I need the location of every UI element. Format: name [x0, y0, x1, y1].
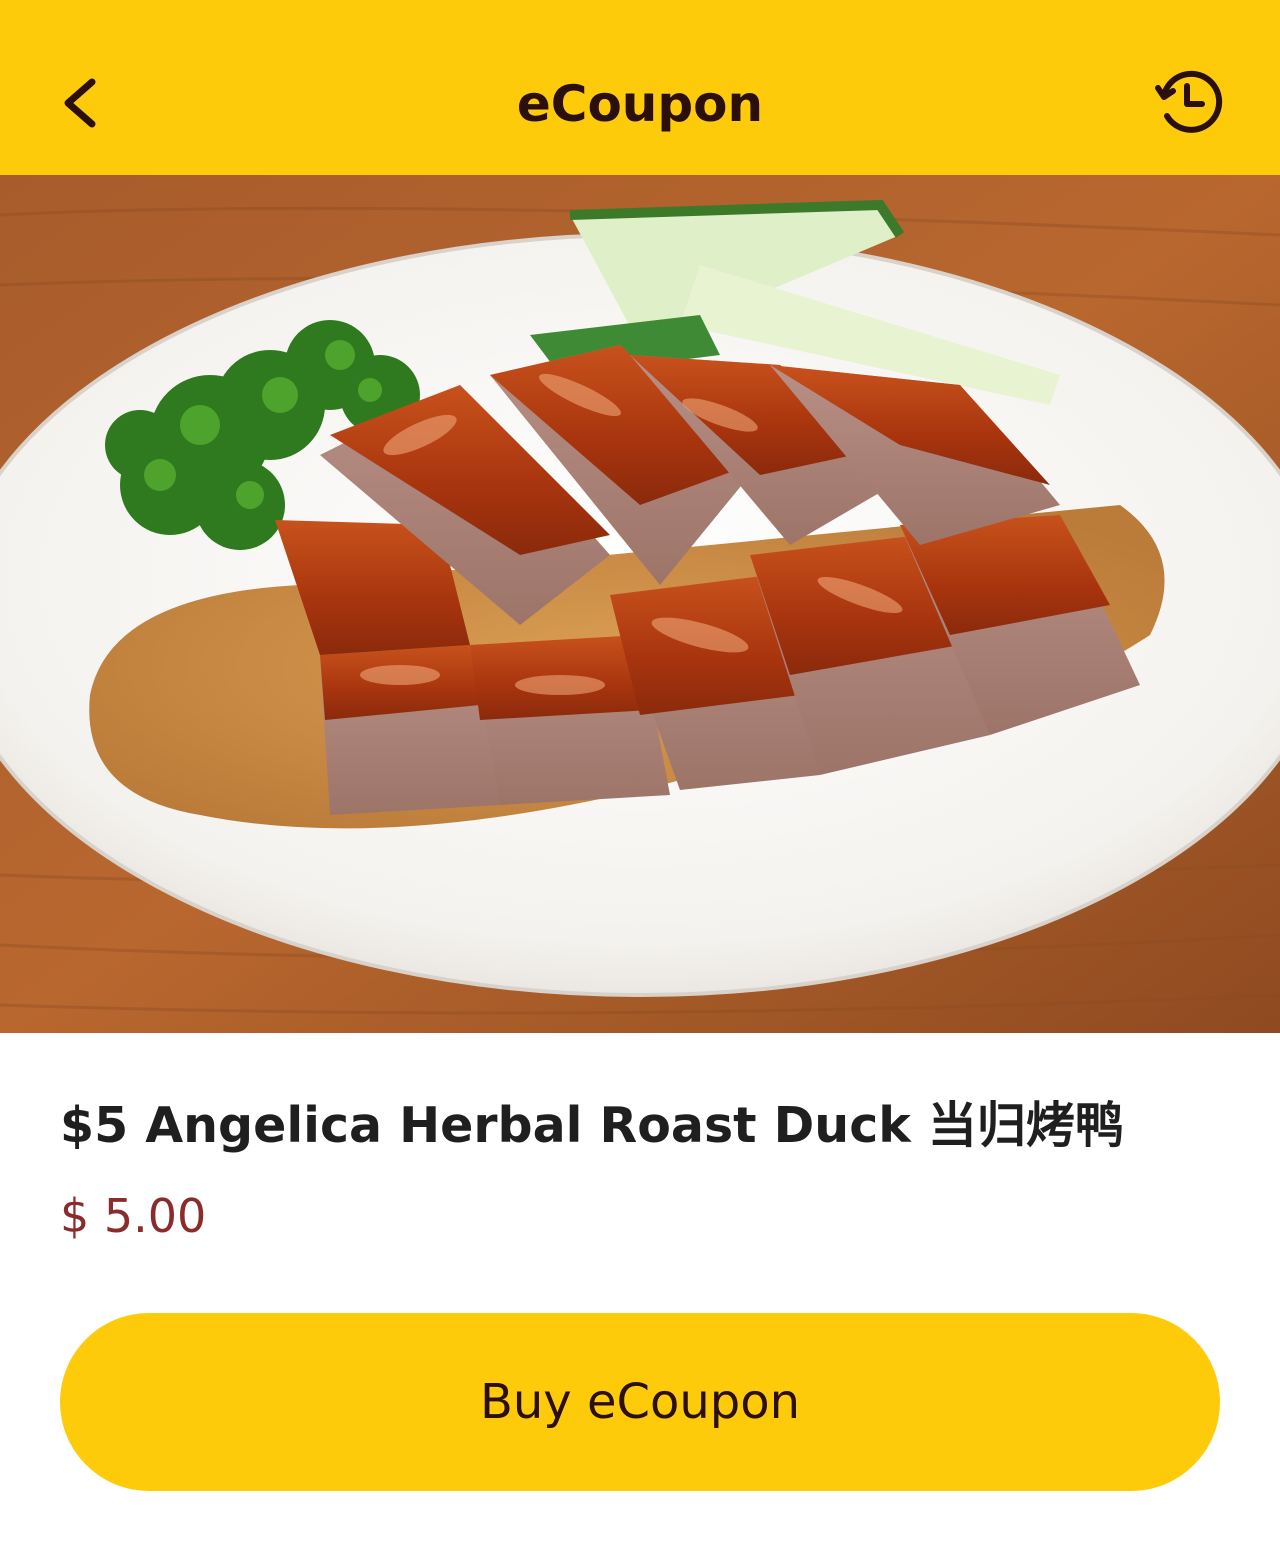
app-header: eCoupon	[0, 0, 1280, 175]
buy-ecoupon-button[interactable]: Buy eCoupon	[60, 1313, 1220, 1491]
history-clock-icon	[1155, 70, 1223, 133]
buy-ecoupon-label: Buy eCoupon	[479, 1374, 801, 1430]
product-image	[0, 175, 1280, 1033]
page-title: eCoupon	[516, 75, 764, 133]
product-title: $5 Angelica Herbal Roast Duck 当归烤鸭	[60, 1097, 1124, 1154]
product-price: $ 5.00	[60, 1189, 207, 1243]
history-button[interactable]	[1150, 62, 1230, 142]
